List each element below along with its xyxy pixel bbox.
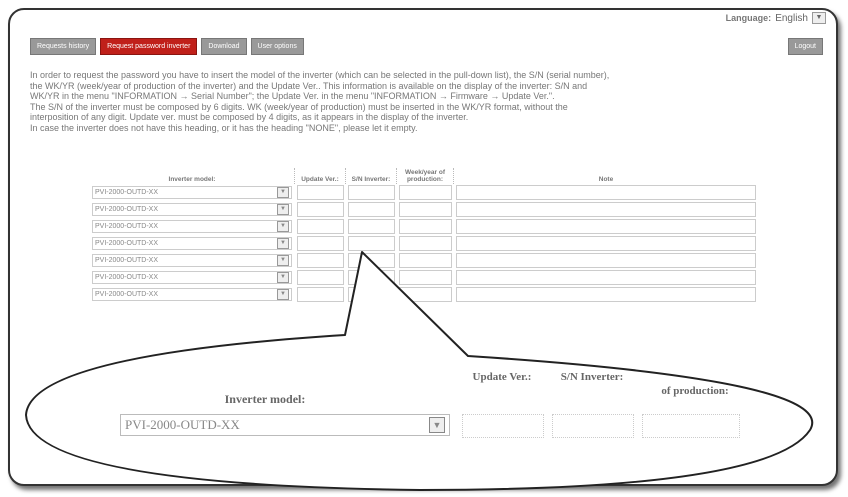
zoom-header-update: Update Ver.: — [472, 371, 532, 383]
zoom-sn-input[interactable] — [552, 414, 634, 438]
zoom-update-input[interactable] — [462, 414, 544, 438]
chevron-down-icon[interactable]: ▼ — [429, 417, 445, 433]
zoom-week-input[interactable] — [642, 414, 740, 438]
zoom-model-dropdown[interactable]: PVI-2000-OUTD-XX ▼ — [120, 414, 450, 436]
callout-bubble — [25, 251, 814, 491]
zoom-header-week: of production: — [661, 385, 729, 397]
zoom-header-sn: S/N Inverter: — [560, 371, 624, 383]
zoom-model-value: PVI-2000-OUTD-XX — [125, 417, 240, 432]
zoom-header-model: Inverter model: — [224, 392, 306, 406]
